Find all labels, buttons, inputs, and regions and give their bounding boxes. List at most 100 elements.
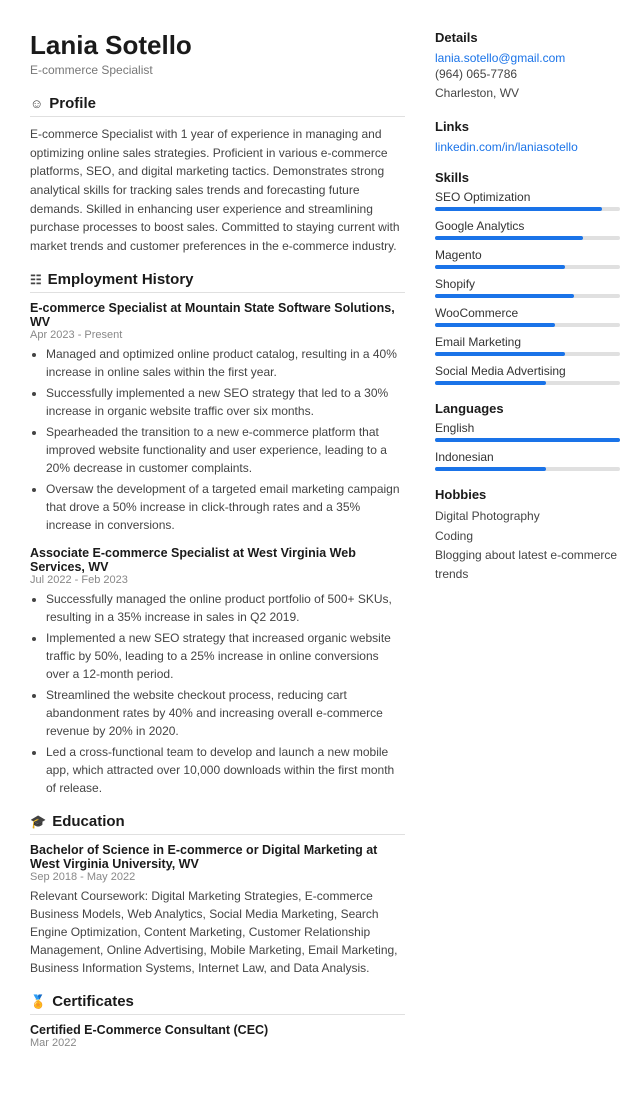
edu-text: Relevant Coursework: Digital Marketing S… (30, 887, 405, 977)
skill-name: SEO Optimization (435, 190, 620, 204)
job-dates: Jul 2022 - Feb 2023 (30, 574, 405, 586)
languages-list: English Indonesian (435, 421, 620, 471)
skill-bar-fill (435, 323, 555, 327)
profile-icon: ☺ (30, 96, 43, 111)
job-item: E-commerce Specialist at Mountain State … (30, 301, 405, 534)
certificates-section-title: 🏅 Certificates (30, 993, 405, 1015)
skill-bar-fill (435, 352, 565, 356)
language-item: English (435, 421, 620, 442)
details-section-title: Details (435, 30, 620, 45)
job-title: Associate E-commerce Specialist at West … (30, 546, 405, 574)
job-bullet: Oversaw the development of a targeted em… (46, 480, 405, 534)
skill-name: Shopify (435, 277, 620, 291)
skill-item: Magento (435, 248, 620, 269)
edu-item: Bachelor of Science in E-commerce or Dig… (30, 843, 405, 977)
job-bullet: Successfully managed the online product … (46, 590, 405, 626)
job-bullet: Successfully implemented a new SEO strat… (46, 384, 405, 420)
employment-section-title: ☷ Employment History (30, 271, 405, 293)
email-link[interactable]: lania.sotello@gmail.com (435, 51, 565, 65)
skill-name: Magento (435, 248, 620, 262)
skill-bar-fill (435, 236, 583, 240)
languages-section: Languages English Indonesian (435, 401, 620, 471)
skill-bar-fill (435, 381, 546, 385)
skill-bar-bg (435, 265, 620, 269)
skill-bar-bg (435, 352, 620, 356)
education-section-title: 🎓 Education (30, 813, 405, 835)
hobbies-list: Digital PhotographyCodingBlogging about … (435, 507, 620, 584)
links-section-title: Links (435, 119, 620, 134)
edu-dates: Sep 2018 - May 2022 (30, 871, 405, 883)
skill-item: Email Marketing (435, 335, 620, 356)
language-item: Indonesian (435, 450, 620, 471)
details-section: Details lania.sotello@gmail.com (964) 06… (435, 30, 620, 103)
skill-item: Google Analytics (435, 219, 620, 240)
edu-title: Bachelor of Science in E-commerce or Dig… (30, 843, 405, 871)
profile-section-title: ☺ Profile (30, 95, 405, 117)
job-bullet: Led a cross-functional team to develop a… (46, 743, 405, 797)
job-dates: Apr 2023 - Present (30, 329, 405, 341)
employment-icon: ☷ (30, 272, 42, 288)
certificates-section: 🏅 Certificates Certified E-Commerce Cons… (30, 993, 405, 1049)
language-bar-fill (435, 438, 620, 442)
job-title: E-commerce Specialist at Mountain State … (30, 301, 405, 329)
skill-item: Shopify (435, 277, 620, 298)
skill-item: WooCommerce (435, 306, 620, 327)
hobbies-section-title: Hobbies (435, 487, 620, 502)
education-list: Bachelor of Science in E-commerce or Dig… (30, 843, 405, 977)
hobbies-section: Hobbies Digital PhotographyCodingBloggin… (435, 487, 620, 584)
hobby-item: Blogging about latest e-commerce trends (435, 546, 620, 584)
skill-bar-bg (435, 294, 620, 298)
languages-section-title: Languages (435, 401, 620, 416)
right-column: Details lania.sotello@gmail.com (964) 06… (435, 30, 620, 1065)
profile-text: E-commerce Specialist with 1 year of exp… (30, 125, 405, 255)
skills-section-title: Skills (435, 170, 620, 185)
skills-section: Skills SEO Optimization Google Analytics M… (435, 170, 620, 385)
language-name: English (435, 421, 620, 435)
hobby-item: Coding (435, 527, 620, 546)
skill-name: Social Media Advertising (435, 364, 620, 378)
phone: (964) 065-7786 (435, 67, 517, 81)
job-bullets: Managed and optimized online product cat… (30, 345, 405, 534)
left-column: Lania Sotello E-commerce Specialist ☺ Pr… (30, 30, 405, 1065)
cert-item: Certified E-Commerce Consultant (CEC)Mar… (30, 1023, 405, 1049)
resume-header: Lania Sotello E-commerce Specialist (30, 30, 405, 77)
job-bullet: Managed and optimized online product cat… (46, 345, 405, 381)
skill-bar-fill (435, 207, 602, 211)
job-bullet: Streamlined the website checkout process… (46, 686, 405, 740)
certificates-list: Certified E-Commerce Consultant (CEC)Mar… (30, 1023, 405, 1049)
skill-item: SEO Optimization (435, 190, 620, 211)
candidate-title: E-commerce Specialist (30, 63, 405, 77)
certificates-icon: 🏅 (30, 994, 46, 1010)
job-item: Associate E-commerce Specialist at West … (30, 546, 405, 797)
hobby-item: Digital Photography (435, 507, 620, 526)
skill-name: WooCommerce (435, 306, 620, 320)
skill-item: Social Media Advertising (435, 364, 620, 385)
language-name: Indonesian (435, 450, 620, 464)
skill-bar-bg (435, 381, 620, 385)
location: Charleston, WV (435, 86, 519, 100)
language-bar-bg (435, 467, 620, 471)
job-bullets: Successfully managed the online product … (30, 590, 405, 797)
skill-name: Email Marketing (435, 335, 620, 349)
linkedin-link[interactable]: linkedin.com/in/laniasotello (435, 140, 578, 154)
skill-name: Google Analytics (435, 219, 620, 233)
cert-dates: Mar 2022 (30, 1037, 405, 1049)
education-icon: 🎓 (30, 814, 46, 830)
candidate-name: Lania Sotello (30, 30, 405, 61)
language-bar-fill (435, 467, 546, 471)
skill-bar-fill (435, 294, 574, 298)
profile-section: ☺ Profile E-commerce Specialist with 1 y… (30, 95, 405, 255)
job-bullet: Spearheaded the transition to a new e-co… (46, 423, 405, 477)
skill-bar-bg (435, 236, 620, 240)
education-section: 🎓 Education Bachelor of Science in E-com… (30, 813, 405, 977)
links-section: Links linkedin.com/in/laniasotello (435, 119, 620, 154)
employment-section: ☷ Employment History E-commerce Speciali… (30, 271, 405, 797)
language-bar-bg (435, 438, 620, 442)
jobs-list: E-commerce Specialist at Mountain State … (30, 301, 405, 797)
job-bullet: Implemented a new SEO strategy that incr… (46, 629, 405, 683)
cert-title: Certified E-Commerce Consultant (CEC) (30, 1023, 405, 1037)
skill-bar-bg (435, 207, 620, 211)
skill-bar-bg (435, 323, 620, 327)
skills-list: SEO Optimization Google Analytics Magento S… (435, 190, 620, 385)
skill-bar-fill (435, 265, 565, 269)
